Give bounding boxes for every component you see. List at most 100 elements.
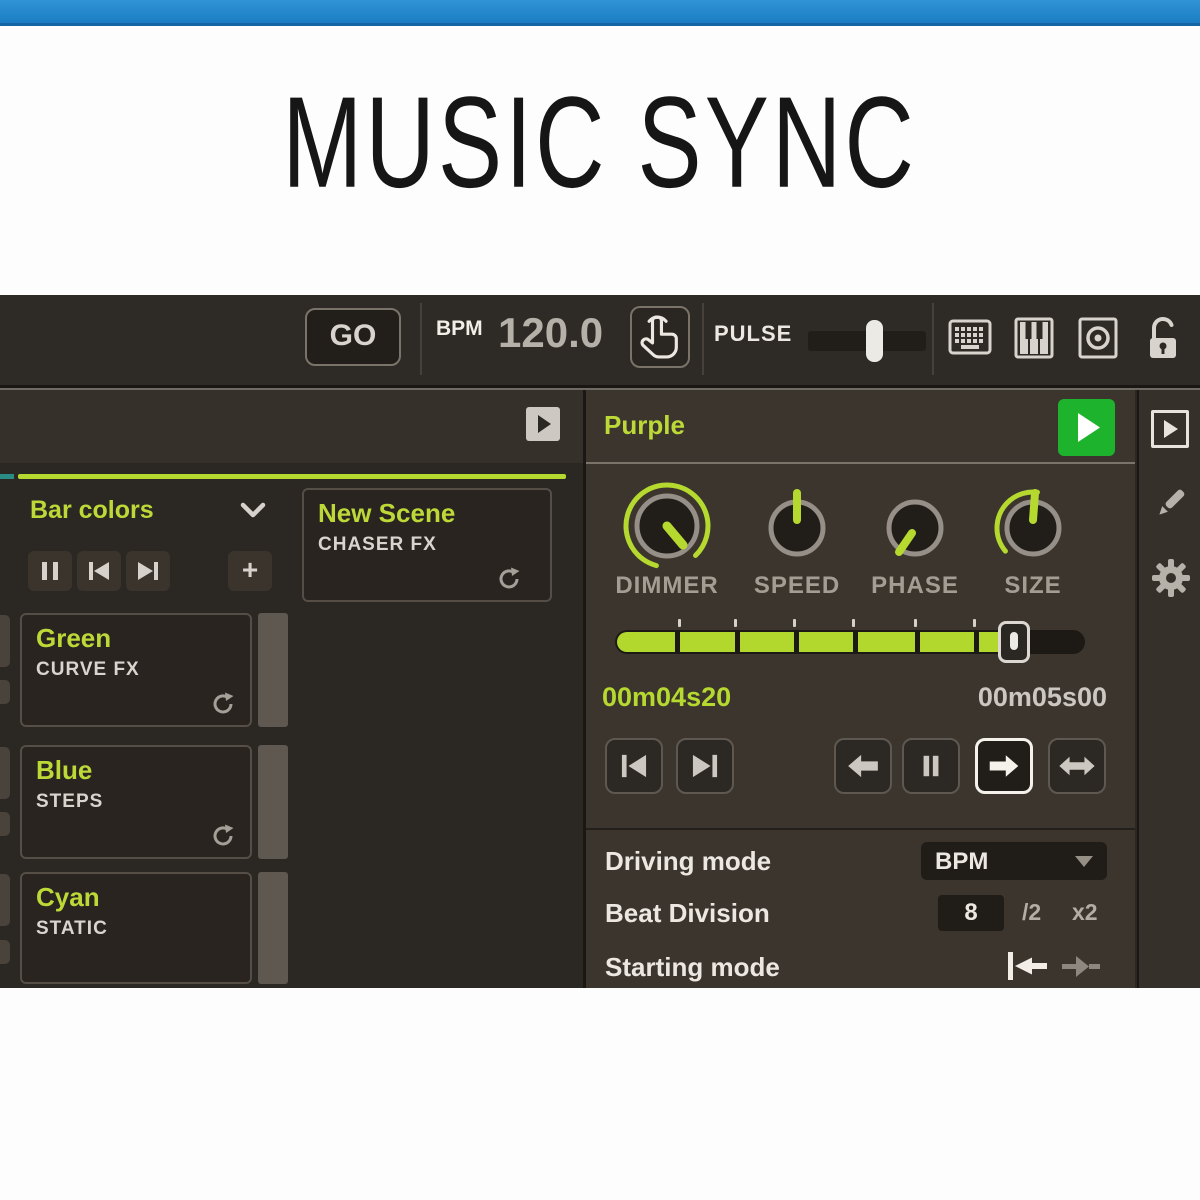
loop-icon bbox=[210, 823, 236, 854]
progress-tick bbox=[914, 619, 917, 627]
music-sync-app-window: GO BPM 120.0 PULSE bbox=[0, 295, 1200, 988]
bpm-value: 120.0 bbox=[498, 309, 603, 357]
loop-icon bbox=[210, 691, 236, 722]
page-title-text: MUSIC SYNC bbox=[283, 68, 918, 217]
midi-piano-button[interactable] bbox=[1014, 317, 1054, 364]
dimmer-knob[interactable] bbox=[617, 474, 717, 579]
pause-icon bbox=[904, 740, 958, 792]
teal-marker bbox=[0, 474, 14, 479]
scene-card-blue[interactable]: Blue STEPS bbox=[20, 745, 252, 859]
driving-mode-label: Driving mode bbox=[605, 846, 771, 877]
progress-tick bbox=[973, 619, 976, 627]
lock-button[interactable] bbox=[1146, 315, 1180, 366]
size-label: SIZE bbox=[963, 572, 1103, 600]
driving-mode-dropdown[interactable]: BPM bbox=[921, 842, 1107, 880]
phase-knob[interactable] bbox=[865, 476, 965, 581]
section-divider bbox=[586, 828, 1135, 830]
start-from-position-button[interactable] bbox=[1060, 950, 1102, 987]
scene-type: STATIC bbox=[36, 918, 108, 940]
group-collapse-button[interactable] bbox=[240, 502, 266, 523]
right-sidebar bbox=[1137, 390, 1200, 988]
scene-card-drag-handle[interactable] bbox=[258, 613, 288, 727]
pencil-icon bbox=[1153, 486, 1187, 522]
bounce-mode-button[interactable] bbox=[1048, 738, 1106, 794]
arrow-left-icon bbox=[836, 740, 890, 792]
pulse-label: PULSE bbox=[714, 321, 792, 347]
scene-editor-panel: Purple bbox=[586, 390, 1135, 988]
progress-segment bbox=[920, 632, 974, 652]
scene-play-button[interactable] bbox=[1058, 399, 1115, 456]
scene-card-cyan[interactable]: Cyan STATIC bbox=[20, 872, 252, 984]
scene-name: Cyan bbox=[36, 882, 100, 913]
clipped-card-edge bbox=[0, 615, 10, 667]
sidebar-tab-live[interactable] bbox=[1151, 410, 1189, 448]
tap-finger-icon bbox=[632, 308, 688, 366]
keyboard-icon bbox=[948, 319, 992, 355]
skip-forward-icon bbox=[126, 551, 170, 591]
audio-record-button[interactable] bbox=[1078, 317, 1118, 364]
clipped-card-edge bbox=[0, 812, 10, 836]
dimmer-label: DIMMER bbox=[597, 572, 737, 600]
multiply-by-2-button[interactable]: x2 bbox=[1072, 899, 1098, 926]
play-icon bbox=[1154, 413, 1186, 445]
starting-mode-label: Starting mode bbox=[605, 952, 780, 983]
scene-card-new-scene[interactable]: New Scene CHASER FX bbox=[302, 488, 552, 602]
tap-tempo-button[interactable] bbox=[630, 306, 690, 368]
sidebar-tab-settings[interactable] bbox=[1151, 558, 1191, 603]
header-divider bbox=[586, 462, 1135, 464]
scene-type: STEPS bbox=[36, 791, 103, 813]
play-icon bbox=[526, 407, 560, 441]
scene-list-header bbox=[0, 390, 583, 463]
scene-card-drag-handle[interactable] bbox=[258, 872, 288, 984]
divide-by-2-button[interactable]: /2 bbox=[1022, 899, 1041, 926]
scene-card-drag-handle[interactable] bbox=[258, 745, 288, 859]
group-bar-colors-label: Bar colors bbox=[30, 496, 154, 525]
bpm-label: BPM bbox=[436, 317, 483, 341]
pause-icon bbox=[28, 551, 72, 591]
pulse-slider[interactable] bbox=[808, 331, 926, 351]
size-knob[interactable] bbox=[983, 476, 1083, 581]
skip-back-icon bbox=[77, 551, 121, 591]
pause-button[interactable] bbox=[902, 738, 960, 794]
scene-type: CHASER FX bbox=[318, 534, 437, 556]
timeline-handle[interactable] bbox=[998, 621, 1030, 663]
sidebar-tab-edit[interactable] bbox=[1153, 486, 1187, 527]
group-next-button[interactable] bbox=[126, 551, 170, 591]
chevron-down-icon bbox=[240, 502, 266, 518]
beat-division-value[interactable]: 8 bbox=[938, 895, 1004, 931]
record-icon bbox=[1078, 317, 1118, 359]
panel-play-button[interactable] bbox=[526, 407, 560, 441]
clipped-card-edge bbox=[0, 940, 10, 964]
toolbar-divider bbox=[932, 303, 934, 375]
clipped-card-edge bbox=[0, 874, 10, 926]
scene-name: Blue bbox=[36, 755, 92, 786]
start-marker-icon bbox=[1006, 950, 1050, 982]
scene-name: Green bbox=[36, 623, 111, 654]
scene-name: New Scene bbox=[318, 498, 455, 529]
piano-icon bbox=[1014, 317, 1054, 359]
group-pause-button[interactable] bbox=[28, 551, 72, 591]
group-previous-button[interactable] bbox=[77, 551, 121, 591]
timeline-handle-grip bbox=[1010, 632, 1018, 650]
skip-start-button[interactable] bbox=[605, 738, 663, 794]
play-backward-button[interactable] bbox=[834, 738, 892, 794]
progress-segment bbox=[680, 632, 735, 652]
progress-tick bbox=[852, 619, 855, 627]
play-forward-button[interactable] bbox=[975, 738, 1033, 794]
skip-forward-icon bbox=[678, 740, 732, 792]
scene-card-green[interactable]: Green CURVE FX bbox=[20, 613, 252, 727]
speed-knob[interactable] bbox=[747, 476, 847, 581]
toolbar-divider bbox=[420, 303, 422, 375]
progress-segment bbox=[740, 632, 794, 652]
gear-icon bbox=[1151, 558, 1191, 598]
toolbar-divider bbox=[702, 303, 704, 375]
keyboard-shortcuts-button[interactable] bbox=[948, 319, 992, 360]
add-scene-button[interactable]: + bbox=[228, 551, 272, 591]
start-from-beginning-button[interactable] bbox=[1006, 950, 1050, 987]
pulse-slider-handle[interactable] bbox=[866, 320, 883, 362]
skip-back-icon bbox=[607, 740, 661, 792]
go-button[interactable]: GO bbox=[305, 308, 401, 366]
progress-tick bbox=[734, 619, 737, 627]
resume-marker-icon bbox=[1060, 950, 1102, 982]
skip-end-button[interactable] bbox=[676, 738, 734, 794]
